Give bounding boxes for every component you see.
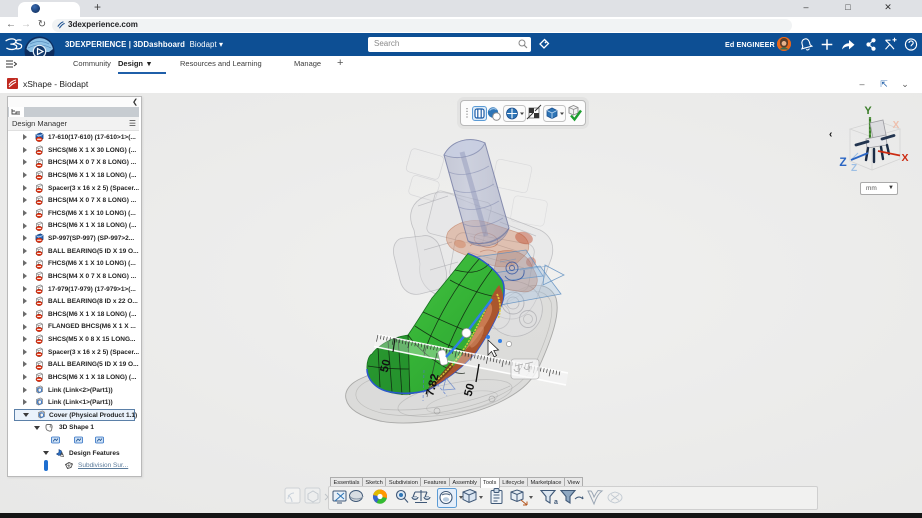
svg-text:a: a <box>554 499 558 506</box>
svg-text:Z: Z <box>851 163 857 174</box>
svg-text:Y: Y <box>864 105 872 117</box>
svg-text:X: X <box>893 120 900 131</box>
svg-text:Z: Z <box>839 155 846 169</box>
svg-text:X: X <box>901 152 908 164</box>
